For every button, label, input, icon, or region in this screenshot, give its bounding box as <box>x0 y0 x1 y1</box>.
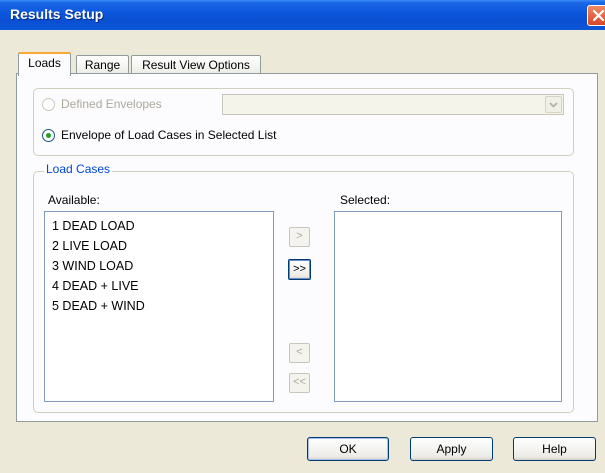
defined-envelopes-label: Defined Envelopes <box>61 97 162 111</box>
close-icon <box>593 10 604 21</box>
chevron-down-icon <box>549 102 558 108</box>
list-item[interactable]: 2 LIVE LOAD <box>52 239 127 253</box>
tab-loads[interactable]: Loads <box>18 52 71 76</box>
tab-loads-label: Loads <box>28 56 61 70</box>
tab-range-label: Range <box>84 58 121 72</box>
tab-result-view-options-label: Result View Options <box>142 58 250 72</box>
list-item[interactable]: 4 DEAD + LIVE <box>52 279 139 293</box>
apply-button[interactable]: Apply <box>410 437 493 461</box>
window-title: Results Setup <box>10 6 104 22</box>
remove-button[interactable]: < <box>289 343 310 363</box>
results-setup-dialog: Results Setup Loads Range Result View Op… <box>0 0 605 473</box>
help-button[interactable]: Help <box>513 437 596 461</box>
load-cases-group-label: Load Cases <box>44 162 113 176</box>
tab-range[interactable]: Range <box>76 55 129 75</box>
selected-label: Selected: <box>340 193 391 207</box>
ok-button[interactable]: OK <box>307 437 389 461</box>
add-all-button[interactable]: >> <box>288 259 311 280</box>
close-button[interactable] <box>587 5 605 26</box>
defined-envelopes-radio[interactable] <box>42 98 55 111</box>
selected-list[interactable] <box>334 211 562 402</box>
defined-envelopes-select[interactable] <box>222 94 564 115</box>
tab-result-view-options[interactable]: Result View Options <box>131 55 261 75</box>
remove-all-button[interactable]: << <box>289 373 310 393</box>
title-bar[interactable]: Results Setup <box>0 0 605 30</box>
load-cases-envelope-radio[interactable] <box>42 129 55 142</box>
available-label: Available: <box>48 193 100 207</box>
available-list[interactable]: 1 DEAD LOAD 2 LIVE LOAD 3 WIND LOAD 4 DE… <box>44 211 274 402</box>
load-cases-envelope-label: Envelope of Load Cases in Selected List <box>61 128 277 142</box>
list-item[interactable]: 5 DEAD + WIND <box>52 299 145 313</box>
list-item[interactable]: 3 WIND LOAD <box>52 259 133 273</box>
add-button[interactable]: > <box>289 227 310 247</box>
list-item[interactable]: 1 DEAD LOAD <box>52 219 135 233</box>
dropdown-button[interactable] <box>545 96 562 113</box>
